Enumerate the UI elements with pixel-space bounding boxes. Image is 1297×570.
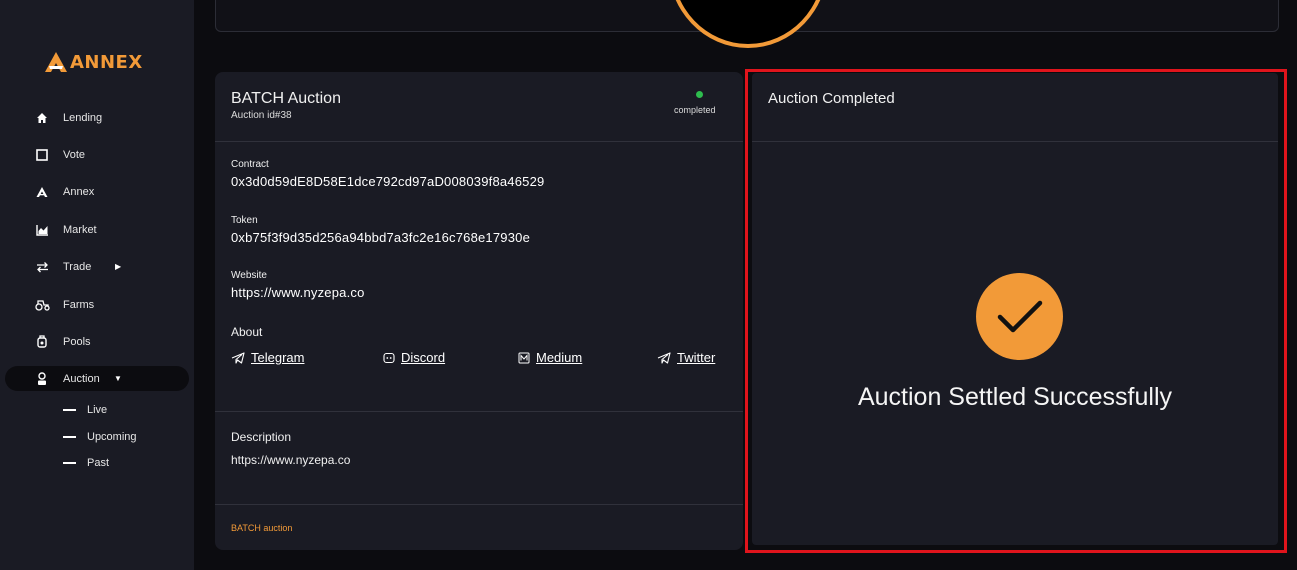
auction-id: Auction id#38 <box>231 110 292 121</box>
sidebar-item-auction[interactable]: Auction ▼ <box>5 366 189 391</box>
success-check-icon <box>976 273 1063 360</box>
brand-name: ANNEX <box>70 51 143 73</box>
auction-type-footer: BATCH auction <box>231 523 293 533</box>
square-icon <box>34 147 50 163</box>
dash-icon <box>63 462 76 464</box>
sidebar-item-label: Pools <box>63 335 91 348</box>
discord-link[interactable]: Discord <box>383 350 445 365</box>
sidebar-subitem-label: Live <box>87 404 108 416</box>
status-dot-icon <box>696 91 703 98</box>
divider <box>215 504 743 505</box>
sidebar-item-pools[interactable]: Pools <box>5 329 189 354</box>
sidebar-item-market[interactable]: Market <box>5 217 189 242</box>
description-label: Description <box>231 430 292 444</box>
sidebar-subitem-label: Past <box>87 457 110 469</box>
medium-icon <box>518 352 530 363</box>
dash-icon <box>63 436 76 438</box>
auction-icon <box>34 371 50 387</box>
divider <box>752 141 1278 142</box>
dash-icon <box>63 409 76 411</box>
home-icon <box>34 110 50 126</box>
about-label: About <box>231 325 263 339</box>
caret-right-icon: ▶ <box>115 262 122 271</box>
sidebar-item-farms[interactable]: Farms <box>5 292 189 317</box>
chart-icon <box>34 222 50 238</box>
twitter-link[interactable]: Twitter <box>657 350 715 365</box>
telegram-label: Telegram <box>251 350 305 365</box>
telegram-link[interactable]: Telegram <box>231 350 304 365</box>
sidebar-item-label: Lending <box>63 111 103 124</box>
sidebar-item-label: Trade <box>63 260 92 273</box>
swap-icon <box>34 259 50 275</box>
sidebar-item-annex[interactable]: Annex <box>5 179 189 204</box>
sidebar-item-label: Vote <box>63 148 86 161</box>
website-label: Website <box>231 270 267 281</box>
sidebar: ANNEX Lending Vote Annex Market Trade ▶ <box>0 0 194 570</box>
sidebar-item-label: Market <box>63 223 97 236</box>
token-address: 0xb75f3f9d35d256a94bbd7a3fc2e16c768e1793… <box>231 230 531 245</box>
medium-link[interactable]: Medium <box>518 350 582 365</box>
telegram-icon <box>231 351 245 364</box>
pool-icon <box>34 334 50 350</box>
divider <box>215 141 743 142</box>
website-link[interactable]: https://www.nyzepa.co <box>231 285 365 300</box>
discord-label: Discord <box>401 350 446 365</box>
sidebar-item-lending[interactable]: Lending <box>5 105 189 130</box>
divider <box>215 411 743 412</box>
medium-label: Medium <box>536 350 583 365</box>
contract-address: 0x3d0d59dE8D58E1dce792cd97aD008039f8a465… <box>231 174 545 189</box>
sidebar-item-label: Annex <box>63 185 95 198</box>
panel-title: Auction Completed <box>768 90 895 107</box>
auction-details-card: BATCH Auction Auction id#38 completed Co… <box>215 72 743 550</box>
tractor-icon <box>34 297 50 313</box>
auction-completed-panel: Auction Completed Auction Settled Succes… <box>752 73 1278 545</box>
annex-logo-icon <box>34 184 50 200</box>
status-badge: completed <box>674 105 716 115</box>
sidebar-item-vote[interactable]: Vote <box>5 142 189 167</box>
annex-logo-icon <box>45 52 67 72</box>
sidebar-item-trade[interactable]: Trade ▶ <box>5 254 189 279</box>
contract-label: Contract <box>231 159 269 170</box>
sidebar-subitem-live[interactable]: Live <box>63 402 107 418</box>
caret-down-icon: ▼ <box>114 374 122 383</box>
sidebar-item-label: Farms <box>63 298 95 311</box>
twitter-icon <box>657 351 671 364</box>
auction-title: BATCH Auction <box>231 90 341 107</box>
discord-icon <box>383 352 395 363</box>
success-message: Auction Settled Successfully <box>857 383 1173 411</box>
sidebar-item-label: Auction <box>63 372 100 385</box>
annex-logo[interactable]: ANNEX <box>44 50 143 74</box>
description-text: https://www.nyzepa.co <box>231 453 351 467</box>
token-label: Token <box>231 215 258 226</box>
twitter-label: Twitter <box>677 350 716 365</box>
sidebar-subitem-past[interactable]: Past <box>63 455 109 471</box>
sidebar-subitem-upcoming[interactable]: Upcoming <box>63 429 137 445</box>
sidebar-subitem-label: Upcoming <box>87 431 137 443</box>
